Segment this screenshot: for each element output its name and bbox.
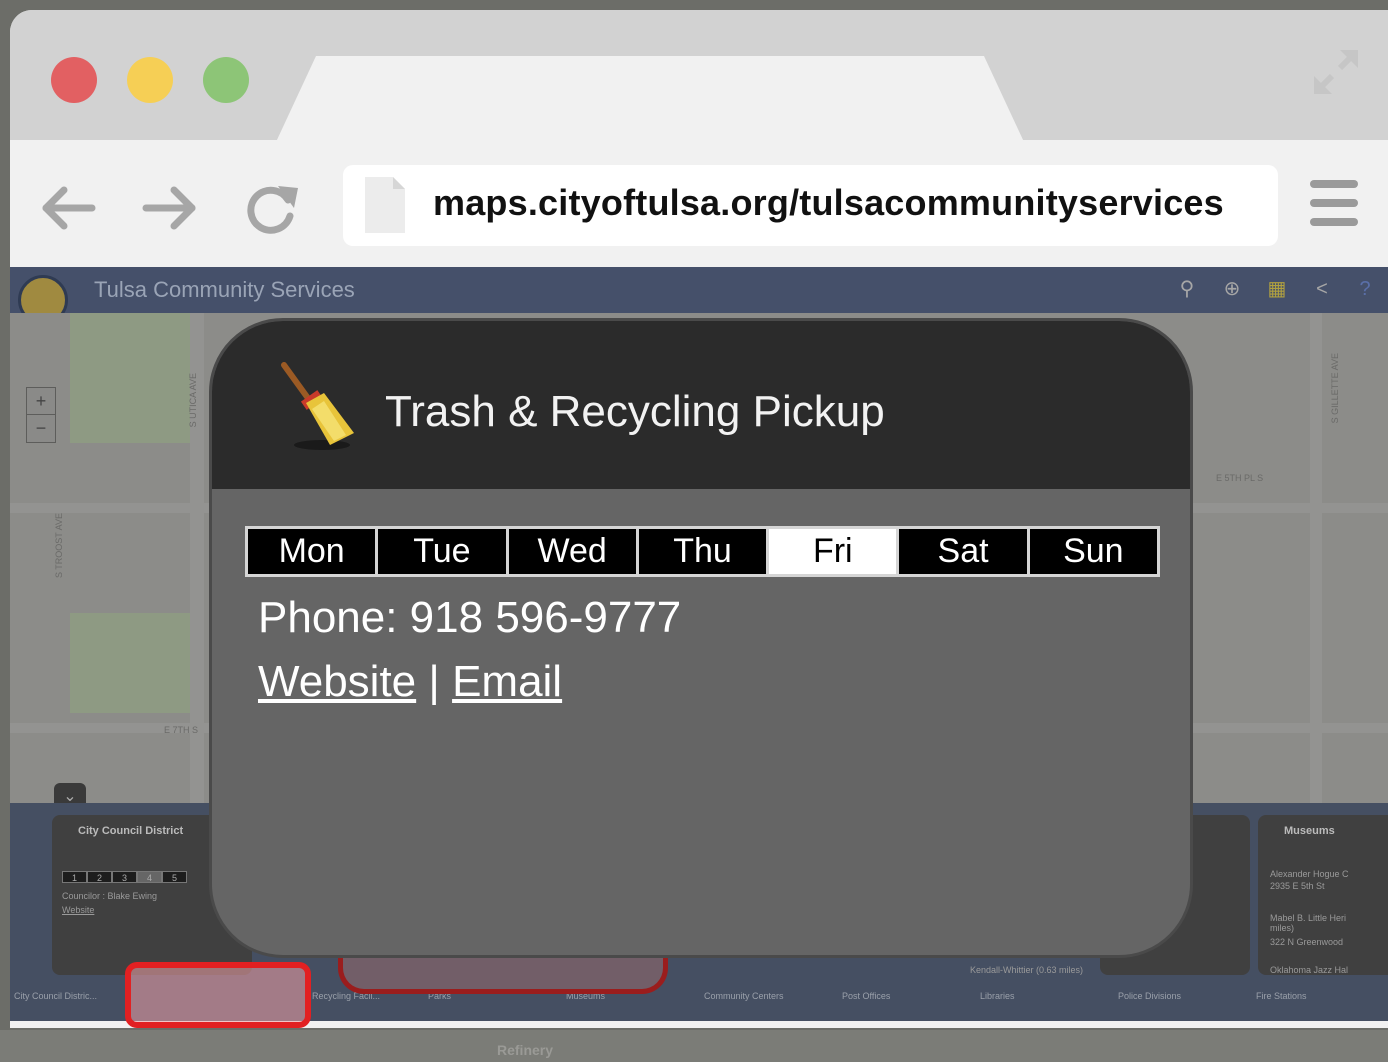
day-wed: Wed [508, 529, 636, 574]
phone-number: Phone: 918 596-9777 [258, 593, 682, 642]
close-window-button[interactable] [51, 57, 97, 103]
basemap-grid-icon[interactable]: ▦ [1265, 277, 1289, 301]
day-fri: Fri [769, 529, 897, 574]
tab-police-divisions[interactable]: Police Divisions [1118, 991, 1181, 1001]
day-thu: Thu [638, 529, 767, 574]
street-label: S UTICA AVE [188, 373, 198, 428]
page-icon [365, 177, 405, 233]
app-title: Tulsa Community Services [94, 277, 355, 302]
tab-post-offices[interactable]: Post Offices [842, 991, 890, 1001]
nearby-item[interactable]: Kendall-Whittier (0.63 miles) [970, 965, 1083, 975]
district-tab[interactable]: 1 [62, 871, 87, 883]
museum-distance: miles) [1270, 923, 1294, 933]
day-sun: Sun [1029, 529, 1157, 574]
background-map-label: Refinery [497, 1042, 554, 1058]
museum-address: 2935 E 5th St [1270, 881, 1325, 891]
browser-tab[interactable] [276, 56, 1024, 142]
tab-libraries[interactable]: Libraries [980, 991, 1015, 1001]
museum-item[interactable]: Oklahoma Jazz Hal [1270, 965, 1348, 975]
browser-toolbar: maps.cityoftulsa.org/tulsacommunityservi… [10, 140, 1388, 267]
help-icon[interactable]: ? [1353, 277, 1377, 301]
district-tab[interactable]: 3 [112, 871, 137, 883]
search-icon[interactable]: ⚲ [1175, 277, 1199, 301]
street-label: E 7TH S [164, 725, 199, 735]
street-label: S GILLETTE AVE [1330, 353, 1340, 424]
trash-pickup-popup: Trash & Recycling Pickup Mon Tue Wed Thu… [209, 318, 1193, 958]
address-bar[interactable]: maps.cityoftulsa.org/tulsacommunityservi… [343, 165, 1278, 246]
street [1310, 313, 1322, 803]
park-area [70, 313, 190, 443]
contact-links: Website | Email [258, 657, 562, 707]
zoom-control: + − [26, 387, 56, 443]
back-arrow-icon[interactable] [38, 178, 98, 238]
tab-strip [10, 10, 1388, 142]
pickup-day-selector: Mon Tue Wed Thu Fri Sat Sun [245, 526, 1160, 577]
url-text: maps.cityoftulsa.org/tulsacommunityservi… [433, 182, 1224, 223]
council-website-link[interactable]: Website [62, 905, 94, 915]
link-separator: | [428, 657, 440, 706]
councilor-text: Councilor : Blake Ewing [62, 891, 158, 901]
popup-header: Trash & Recycling Pickup [212, 321, 1190, 489]
locate-icon[interactable]: ⊕ [1220, 277, 1244, 301]
museum-address: 322 N Greenwood [1270, 937, 1344, 947]
website-link[interactable]: Website [258, 657, 416, 706]
street-label: E 5TH PL S [1216, 473, 1264, 483]
background-road [0, 1030, 1388, 1062]
maximize-window-button[interactable] [203, 57, 249, 103]
forward-arrow-icon[interactable] [140, 178, 200, 238]
museum-item[interactable]: Alexander Hogue C [1270, 869, 1349, 879]
broom-icon [281, 362, 354, 450]
museums-card: Museums Alexander Hogue C 2935 E 5th St … [1258, 815, 1388, 975]
district-selector: 1 2 3 4 5 [62, 871, 187, 883]
day-tue: Tue [378, 529, 506, 574]
card-title: City Council District [78, 825, 184, 837]
share-icon[interactable]: < [1310, 277, 1334, 301]
email-link[interactable]: Email [452, 657, 562, 706]
district-tab[interactable]: 5 [162, 871, 187, 883]
highlight-box [125, 962, 311, 1028]
park-area [70, 613, 190, 713]
district-tab[interactable]: 4 [137, 871, 162, 883]
app-header: Tulsa Community Services ⚲ ⊕ ▦ < ? [10, 267, 1388, 325]
reload-icon[interactable] [242, 178, 302, 238]
expand-icon[interactable] [1310, 46, 1362, 98]
district-tab[interactable]: 2 [87, 871, 112, 883]
zoom-out-button[interactable]: − [27, 414, 55, 441]
day-mon: Mon [248, 529, 376, 574]
day-sat: Sat [899, 529, 1027, 574]
tab-council-district[interactable]: City Council Distric... [14, 991, 97, 1001]
popup-title: Trash & Recycling Pickup [385, 387, 885, 436]
zoom-in-button[interactable]: + [27, 388, 55, 414]
card-title: Museums [1284, 825, 1335, 837]
tab-fire-stations[interactable]: Fire Stations [1256, 991, 1307, 1001]
tab-community-centers[interactable]: Community Centers [704, 991, 784, 1001]
minimize-window-button[interactable] [127, 57, 173, 103]
museum-item[interactable]: Mabel B. Little Heri [1270, 913, 1346, 923]
browser-menu-icon[interactable] [1310, 180, 1358, 230]
street-label: S TROOST AVE [54, 513, 64, 579]
